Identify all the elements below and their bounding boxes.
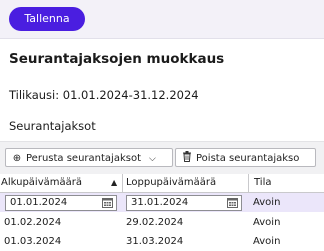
periods-grid: Alkupäivämäärä ▲ Loppupäivämäärä Tila 01… [0, 174, 324, 250]
chevron-down-icon: ⌵ [149, 154, 156, 164]
grid-toolbar: ⊕ Perusta seurantajaksot ⌵ Poista seuranta… [0, 141, 324, 174]
start-date-field[interactable]: 01.01.2024 [5, 195, 117, 211]
calendar-icon[interactable] [227, 197, 238, 208]
start-date-cell: 01.02.2024 [4, 217, 62, 228]
page-title: Seurantajaksojen muokkaus [9, 51, 225, 67]
plus-circle-icon: ⊕ [12, 153, 22, 164]
sort-ascending-icon: ▲ [111, 178, 118, 187]
table-row[interactable]: 01.02.2024 29.02.2024 Avoin [0, 213, 324, 232]
calendar-icon[interactable] [102, 197, 113, 208]
start-date-cell: 01.03.2024 [4, 236, 62, 247]
start-date-value: 01.01.2024 [10, 197, 68, 208]
end-date-cell: 31.03.2024 [126, 236, 184, 247]
column-header-start[interactable]: Alkupäivämäärä [0, 174, 121, 192]
status-cell: Avoin [253, 217, 281, 228]
status-cell: Avoin [253, 197, 281, 208]
save-button[interactable]: Tallenna [9, 7, 85, 31]
column-header-end[interactable]: Loppupäivämäärä [122, 174, 248, 192]
end-date-value: 31.01.2024 [131, 197, 189, 208]
delete-period-button[interactable]: Poista seurantajakso [175, 148, 316, 167]
end-date-cell: 29.02.2024 [126, 217, 184, 228]
end-date-field[interactable]: 31.01.2024 [126, 195, 242, 211]
table-row[interactable]: 01.03.2024 31.03.2024 Avoin [0, 232, 324, 251]
column-header-status[interactable]: Tila [248, 174, 324, 192]
generate-periods-button[interactable]: ⊕ Perusta seurantajaksot ⌵ [5, 148, 173, 167]
delete-period-label: Poista seurantajakso [196, 153, 300, 164]
trash-icon [181, 149, 193, 168]
generate-periods-label: Perusta seurantajaksot [26, 153, 141, 164]
top-action-bar: Tallenna [0, 0, 324, 39]
status-cell: Avoin [253, 236, 281, 247]
table-row[interactable]: 01.01.2024 31.01.2024 Avoin [0, 193, 324, 212]
grid-header: Alkupäivämäärä ▲ Loppupäivämäärä Tila [0, 174, 324, 193]
fiscal-period-text: Tilikausi: 01.01.2024-31.12.2024 [9, 88, 199, 102]
section-label: Seurantajaksot [9, 119, 96, 133]
